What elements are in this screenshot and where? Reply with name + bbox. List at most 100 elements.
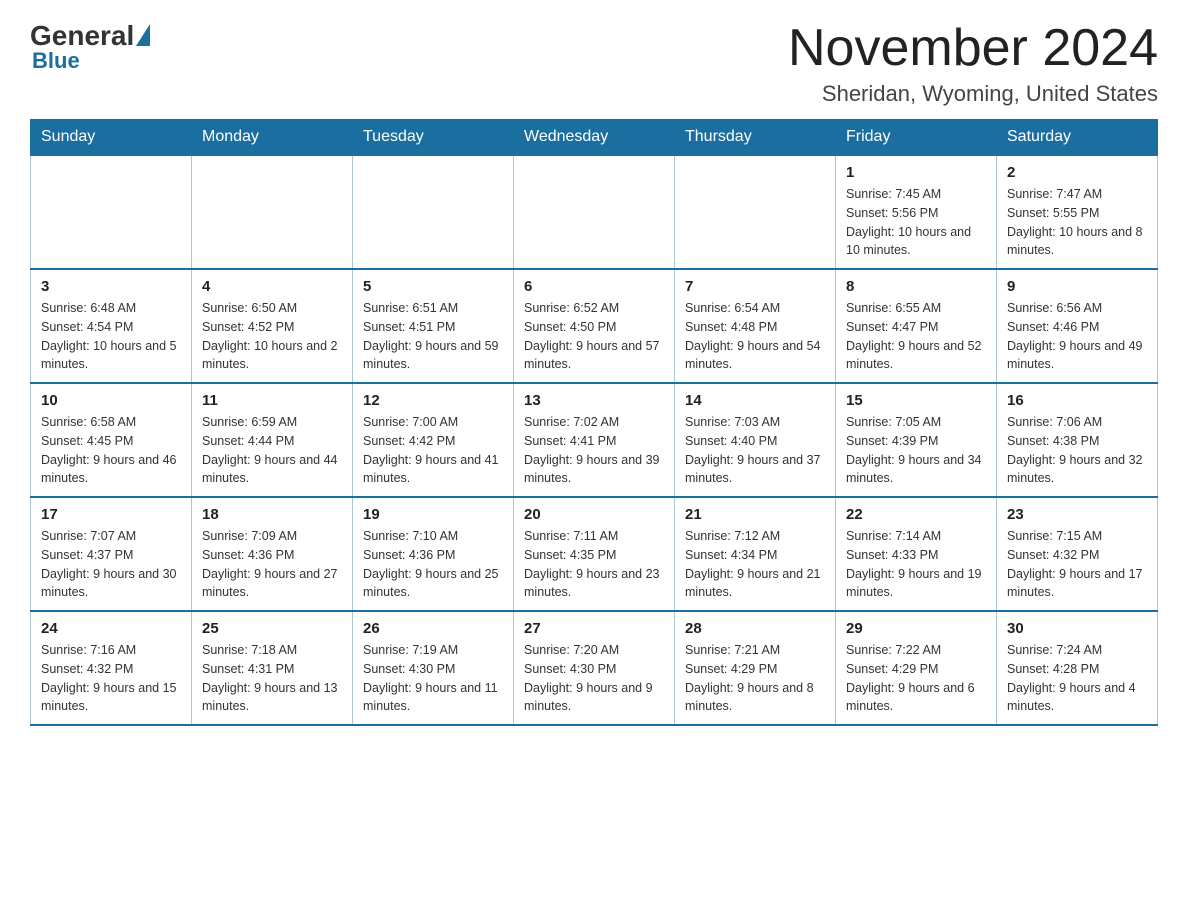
- day-sun-info: Sunrise: 7:06 AMSunset: 4:38 PMDaylight:…: [1007, 413, 1147, 488]
- calendar-cell: 17 Sunrise: 7:07 AMSunset: 4:37 PMDayligh…: [31, 497, 192, 611]
- day-number: 24: [41, 620, 181, 637]
- day-number: 26: [363, 620, 503, 637]
- weekday-header-sunday: Sunday: [31, 120, 192, 156]
- calendar-cell: 23Sunrise: 7:15 AMSunset: 4:32 PMDayligh…: [997, 497, 1158, 611]
- day-number: 1: [846, 164, 986, 181]
- calendar-week-row: 3 Sunrise: 6:48 AMSunset: 4:54 PMDaylight…: [31, 269, 1158, 383]
- day-sun-info: Sunrise: 7:14 AMSunset: 4:33 PMDaylight:…: [846, 527, 986, 602]
- calendar-table: SundayMondayTuesdayWednesdayThursdayFrid…: [30, 119, 1158, 726]
- day-number: 3: [41, 278, 181, 295]
- calendar-cell: [514, 155, 675, 269]
- calendar-week-row: 17 Sunrise: 7:07 AMSunset: 4:37 PMDayligh…: [31, 497, 1158, 611]
- calendar-cell: 26 Sunrise: 7:19 AMSunset: 4:30 PMDayligh…: [353, 611, 514, 725]
- day-sun-info: Sunrise: 6:50 AMSunset: 4:52 PMDaylight:…: [202, 299, 342, 374]
- day-sun-info: Sunrise: 6:52 AMSunset: 4:50 PMDaylight:…: [524, 299, 664, 374]
- day-number: 5: [363, 278, 503, 295]
- day-number: 6: [524, 278, 664, 295]
- weekday-header-row: SundayMondayTuesdayWednesdayThursdayFrid…: [31, 120, 1158, 156]
- day-sun-info: Sunrise: 6:58 AMSunset: 4:45 PMDaylight:…: [41, 413, 181, 488]
- calendar-week-row: 10 Sunrise: 6:58 AMSunset: 4:45 PMDayligh…: [31, 383, 1158, 497]
- calendar-cell: 8 Sunrise: 6:55 AMSunset: 4:47 PMDaylight…: [836, 269, 997, 383]
- calendar-cell: 9 Sunrise: 6:56 AMSunset: 4:46 PMDaylight…: [997, 269, 1158, 383]
- calendar-cell: 5 Sunrise: 6:51 AMSunset: 4:51 PMDaylight…: [353, 269, 514, 383]
- logo: General Blue: [30, 20, 154, 74]
- day-sun-info: Sunrise: 7:22 AMSunset: 4:29 PMDaylight:…: [846, 641, 986, 716]
- weekday-header-thursday: Thursday: [675, 120, 836, 156]
- day-sun-info: Sunrise: 7:45 AMSunset: 5:56 PMDaylight:…: [846, 185, 986, 260]
- day-number: 19: [363, 506, 503, 523]
- day-sun-info: Sunrise: 7:10 AMSunset: 4:36 PMDaylight:…: [363, 527, 503, 602]
- day-sun-info: Sunrise: 6:56 AMSunset: 4:46 PMDaylight:…: [1007, 299, 1147, 374]
- day-number: 21: [685, 506, 825, 523]
- calendar-cell: 30 Sunrise: 7:24 AMSunset: 4:28 PMDayligh…: [997, 611, 1158, 725]
- logo-triangle-icon: [136, 24, 150, 46]
- day-sun-info: Sunrise: 7:03 AMSunset: 4:40 PMDaylight:…: [685, 413, 825, 488]
- day-number: 10: [41, 392, 181, 409]
- day-number: 27: [524, 620, 664, 637]
- day-number: 22: [846, 506, 986, 523]
- page-header: General Blue November 2024 Sheridan, Wyo…: [30, 20, 1158, 107]
- day-number: 12: [363, 392, 503, 409]
- day-sun-info: Sunrise: 7:07 AMSunset: 4:37 PMDaylight:…: [41, 527, 181, 602]
- calendar-cell: 4Sunrise: 6:50 AMSunset: 4:52 PMDaylight…: [192, 269, 353, 383]
- day-sun-info: Sunrise: 6:55 AMSunset: 4:47 PMDaylight:…: [846, 299, 986, 374]
- calendar-cell: 28 Sunrise: 7:21 AMSunset: 4:29 PMDayligh…: [675, 611, 836, 725]
- day-number: 18: [202, 506, 342, 523]
- day-sun-info: Sunrise: 7:24 AMSunset: 4:28 PMDaylight:…: [1007, 641, 1147, 716]
- month-title: November 2024: [788, 20, 1158, 77]
- day-number: 2: [1007, 164, 1147, 181]
- calendar-cell: 15 Sunrise: 7:05 AMSunset: 4:39 PMDayligh…: [836, 383, 997, 497]
- day-number: 7: [685, 278, 825, 295]
- calendar-cell: 6 Sunrise: 6:52 AMSunset: 4:50 PMDaylight…: [514, 269, 675, 383]
- day-sun-info: Sunrise: 7:16 AMSunset: 4:32 PMDaylight:…: [41, 641, 181, 716]
- day-sun-info: Sunrise: 7:18 AMSunset: 4:31 PMDaylight:…: [202, 641, 342, 716]
- calendar-cell: 13Sunrise: 7:02 AMSunset: 4:41 PMDayligh…: [514, 383, 675, 497]
- calendar-cell: [353, 155, 514, 269]
- day-sun-info: Sunrise: 6:59 AMSunset: 4:44 PMDaylight:…: [202, 413, 342, 488]
- day-sun-info: Sunrise: 6:48 AMSunset: 4:54 PMDaylight:…: [41, 299, 181, 374]
- calendar-cell: 22 Sunrise: 7:14 AMSunset: 4:33 PMDayligh…: [836, 497, 997, 611]
- calendar-cell: [675, 155, 836, 269]
- day-number: 25: [202, 620, 342, 637]
- day-sun-info: Sunrise: 7:05 AMSunset: 4:39 PMDaylight:…: [846, 413, 986, 488]
- day-number: 16: [1007, 392, 1147, 409]
- day-sun-info: Sunrise: 7:00 AMSunset: 4:42 PMDaylight:…: [363, 413, 503, 488]
- calendar-cell: 3 Sunrise: 6:48 AMSunset: 4:54 PMDaylight…: [31, 269, 192, 383]
- weekday-header-tuesday: Tuesday: [353, 120, 514, 156]
- title-block: November 2024 Sheridan, Wyoming, United …: [788, 20, 1158, 107]
- calendar-cell: 20 Sunrise: 7:11 AMSunset: 4:35 PMDayligh…: [514, 497, 675, 611]
- calendar-cell: 12 Sunrise: 7:00 AMSunset: 4:42 PMDayligh…: [353, 383, 514, 497]
- day-sun-info: Sunrise: 6:51 AMSunset: 4:51 PMDaylight:…: [363, 299, 503, 374]
- calendar-cell: 1 Sunrise: 7:45 AMSunset: 5:56 PMDaylight…: [836, 155, 997, 269]
- logo-blue-bottom: Blue: [32, 48, 80, 74]
- calendar-cell: [192, 155, 353, 269]
- weekday-header-monday: Monday: [192, 120, 353, 156]
- weekday-header-friday: Friday: [836, 120, 997, 156]
- day-number: 9: [1007, 278, 1147, 295]
- calendar-cell: 7 Sunrise: 6:54 AMSunset: 4:48 PMDaylight…: [675, 269, 836, 383]
- day-number: 11: [202, 392, 342, 409]
- day-sun-info: Sunrise: 7:11 AMSunset: 4:35 PMDaylight:…: [524, 527, 664, 602]
- day-sun-info: Sunrise: 7:02 AMSunset: 4:41 PMDaylight:…: [524, 413, 664, 488]
- calendar-cell: 16 Sunrise: 7:06 AMSunset: 4:38 PMDayligh…: [997, 383, 1158, 497]
- day-number: 20: [524, 506, 664, 523]
- day-sun-info: Sunrise: 7:21 AMSunset: 4:29 PMDaylight:…: [685, 641, 825, 716]
- day-sun-info: Sunrise: 6:54 AMSunset: 4:48 PMDaylight:…: [685, 299, 825, 374]
- day-number: 17: [41, 506, 181, 523]
- day-sun-info: Sunrise: 7:12 AMSunset: 4:34 PMDaylight:…: [685, 527, 825, 602]
- day-number: 8: [846, 278, 986, 295]
- day-number: 29: [846, 620, 986, 637]
- calendar-cell: 25 Sunrise: 7:18 AMSunset: 4:31 PMDayligh…: [192, 611, 353, 725]
- calendar-cell: 18Sunrise: 7:09 AMSunset: 4:36 PMDayligh…: [192, 497, 353, 611]
- calendar-cell: 10 Sunrise: 6:58 AMSunset: 4:45 PMDayligh…: [31, 383, 192, 497]
- calendar-cell: 24 Sunrise: 7:16 AMSunset: 4:32 PMDayligh…: [31, 611, 192, 725]
- day-sun-info: Sunrise: 7:20 AMSunset: 4:30 PMDaylight:…: [524, 641, 664, 716]
- day-number: 28: [685, 620, 825, 637]
- calendar-week-row: 1 Sunrise: 7:45 AMSunset: 5:56 PMDaylight…: [31, 155, 1158, 269]
- day-sun-info: Sunrise: 7:47 AMSunset: 5:55 PMDaylight:…: [1007, 185, 1147, 260]
- day-number: 30: [1007, 620, 1147, 637]
- day-number: 15: [846, 392, 986, 409]
- calendar-cell: 21 Sunrise: 7:12 AMSunset: 4:34 PMDayligh…: [675, 497, 836, 611]
- day-number: 23: [1007, 506, 1147, 523]
- day-sun-info: Sunrise: 7:19 AMSunset: 4:30 PMDaylight:…: [363, 641, 503, 716]
